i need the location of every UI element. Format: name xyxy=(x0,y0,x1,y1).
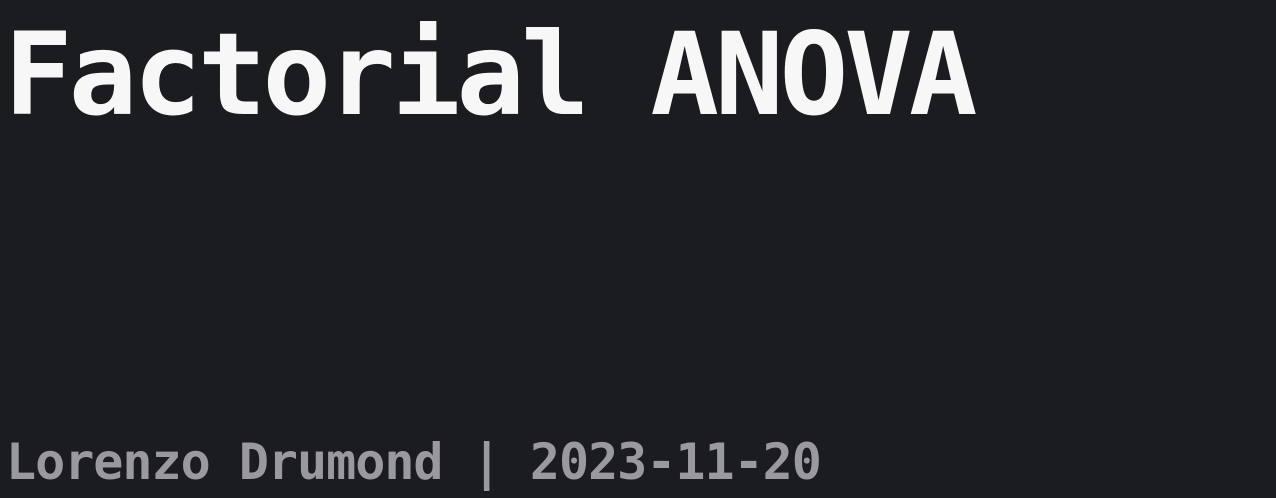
title-slide: Factorial ANOVA Lorenzo Drumond | 2023-1… xyxy=(0,0,1276,498)
presentation-date: 2023-11-20 xyxy=(529,433,822,491)
page-title: Factorial ANOVA xyxy=(4,8,978,141)
byline: Lorenzo Drumond | 2023-11-20 xyxy=(6,432,822,492)
byline-separator: | xyxy=(442,433,530,491)
author-name: Lorenzo Drumond xyxy=(6,433,444,491)
